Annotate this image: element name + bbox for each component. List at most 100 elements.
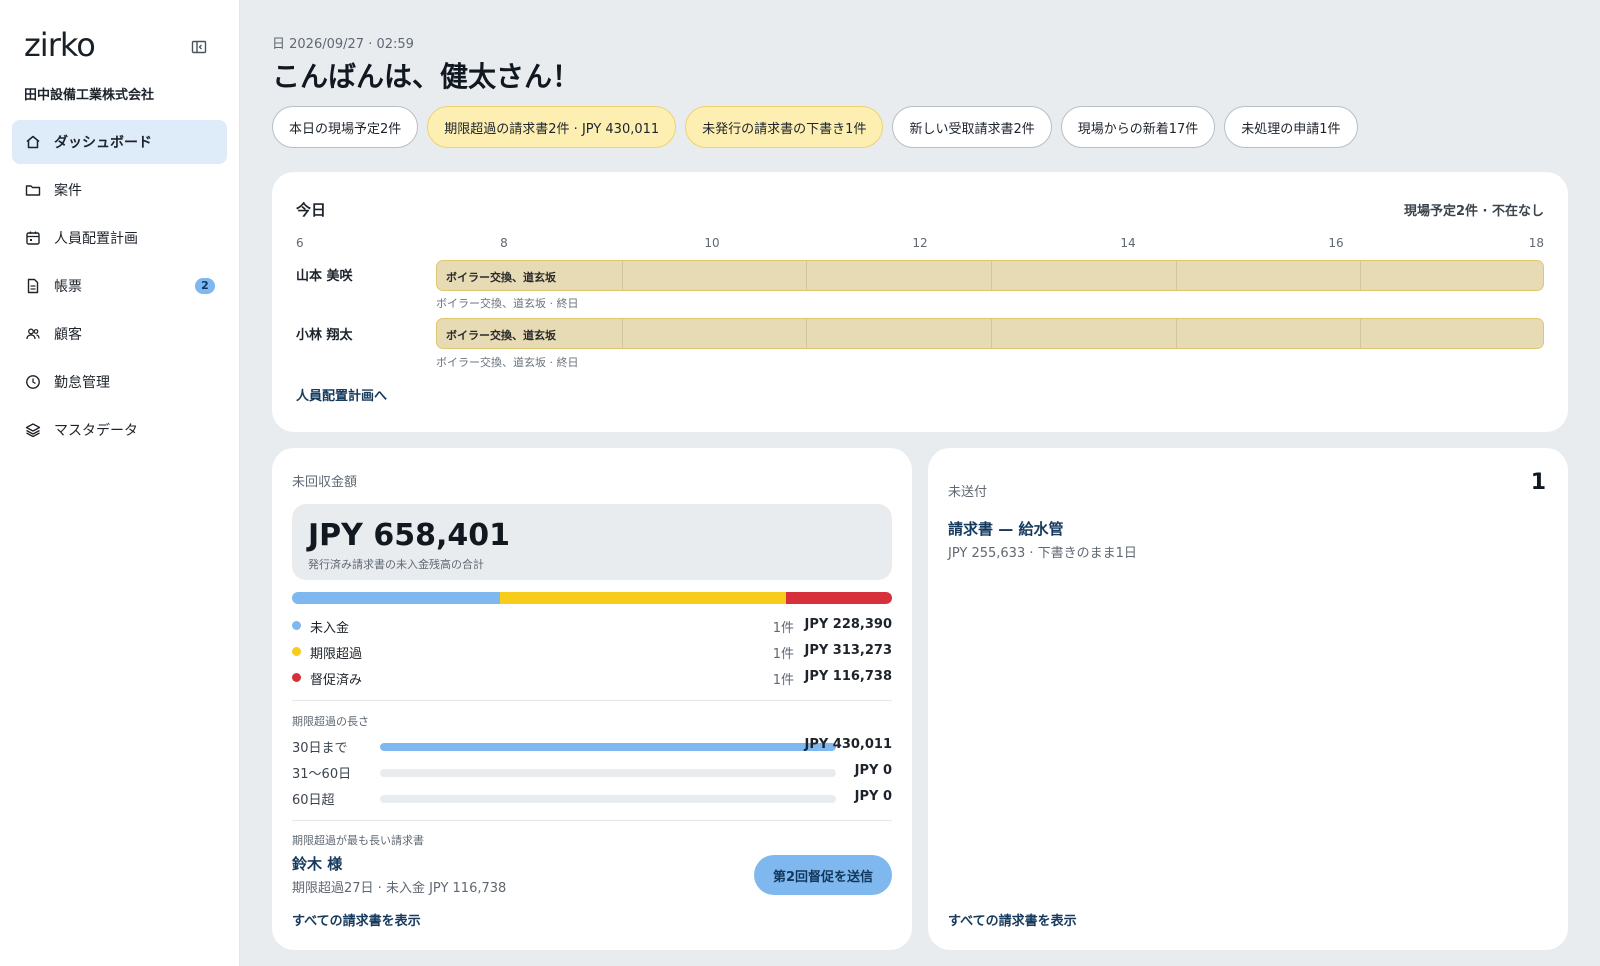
staffing-plan-link[interactable]: 人員配置計画へ (296, 385, 387, 404)
sidebar-item-label: 人員配置計画 (54, 231, 138, 247)
pill-draft-invoices[interactable]: 未発行の請求書の下書き1件 (685, 106, 884, 148)
sidebar-item-documents[interactable]: 帳票 2 (12, 264, 227, 308)
schedule-bar-divider (806, 261, 808, 290)
documents-count-badge: 2 (195, 278, 215, 294)
clock-icon (26, 375, 40, 389)
unsent-label: 未送付 (948, 485, 988, 500)
hour-tick: 8 (500, 236, 508, 250)
summary-pills: 本日の現場予定2件 期限超過の請求書2件 · JPY 430,011 未発行の請… (272, 106, 1367, 148)
unsent-invoice-title[interactable]: 請求書 — 給水管 (948, 518, 1063, 539)
breakdown-segment (500, 592, 786, 604)
schedule-bar-divider (991, 261, 992, 290)
aging-row: 31〜60日 JPY 0 (292, 762, 892, 782)
receivables-total: JPY 658,401 (308, 518, 510, 553)
legend-name: 未入金 (310, 621, 350, 636)
schedule-bar[interactable]: ボイラー交換、道玄坂 (436, 260, 1544, 291)
legend-row-unpaid: 未入金 1件 JPY 228,390 (292, 616, 892, 636)
aging-track (380, 795, 836, 803)
pill-received-invoices[interactable]: 新しい受取請求書2件 (892, 106, 1052, 148)
legend-dot (292, 673, 301, 682)
today-schedule-card: 今日 現場予定2件 · 不在なし 6 8 10 12 14 16 18 山本 美咲 ボイラー… (272, 172, 1568, 432)
schedule-bar-divider (621, 319, 623, 348)
today-summary: 現場予定2件 · 不在なし (1403, 204, 1544, 219)
sidebar-item-label: 案件 (54, 183, 82, 199)
breakdown-segment (292, 592, 501, 604)
divider (292, 700, 892, 701)
pill-today-schedule[interactable]: 本日の現場予定2件 (272, 106, 419, 148)
staff-name: 小林 翔太 (296, 328, 353, 343)
document-icon (27, 278, 39, 294)
aging-row: 30日まで JPY 430,011 (292, 736, 892, 756)
sidebar-item-attendance[interactable]: 勤怠管理 (12, 360, 227, 404)
sidebar-nav: ダッシュボード 案件 人員配置計画 帳票 2 顧客 勤怠管理 マスタデータ (12, 120, 227, 456)
schedule-bar-divider (1175, 261, 1177, 290)
send-reminder-button[interactable]: 第2回督促を送信 (754, 855, 892, 895)
hour-tick: 14 (1120, 236, 1136, 250)
schedule-bar-label: ボイラー交換、道玄坂 (446, 271, 556, 284)
legend-name: 督促済み (310, 673, 363, 688)
aging-amount: JPY 430,011 (804, 737, 892, 752)
sidebar-item-projects[interactable]: 案件 (12, 168, 227, 212)
sidebar-item-staffing[interactable]: 人員配置計画 (12, 216, 227, 260)
legend-dot (292, 647, 301, 656)
legend-count: 1件 (772, 621, 794, 636)
legend-amount: JPY 313,273 (804, 643, 892, 658)
schedule-bar-divider (1175, 319, 1177, 348)
view-all-invoices-link[interactable]: すべての請求書を表示 (948, 910, 1077, 929)
layers-icon (25, 423, 41, 438)
legend-amount: JPY 228,390 (804, 617, 892, 632)
legend-count: 1件 (772, 673, 794, 688)
schedule-bar[interactable]: ボイラー交換、道玄坂 (436, 318, 1544, 349)
longest-overdue-detail: 期限超過27日 · 未入金 JPY 116,738 (292, 881, 507, 896)
longest-overdue-customer[interactable]: 鈴木 様 (292, 853, 342, 874)
sidebar-collapse-icon[interactable] (190, 38, 208, 56)
schedule-bar-divider (1360, 319, 1362, 348)
schedule-bar-caption: ボイラー交換、道玄坂 · 終日 (436, 356, 579, 369)
home-icon (26, 135, 40, 149)
pill-field-updates[interactable]: 現場からの新着17件 (1060, 106, 1216, 148)
sidebar-item-master-data[interactable]: マスタデータ (12, 408, 227, 452)
receivables-card: 未回収金額 JPY 658,401 発行済み請求書の未入金残高の合計 未入金 1… (272, 448, 912, 950)
sidebar: zirko 田中設備工業株式会社 ダッシュボード 案件 人員配置計画 帳票 2 … (0, 0, 240, 966)
divider (292, 820, 892, 821)
aging-amount: JPY 0 (854, 763, 892, 778)
pill-overdue-invoices[interactable]: 期限超過の請求書2件 · JPY 430,011 (427, 106, 677, 148)
hour-tick: 10 (704, 236, 720, 250)
receivables-label: 未回収金額 (292, 475, 358, 490)
aging-name: 30日まで (292, 741, 348, 756)
page-title: こんばんは、健太さん！ (272, 60, 581, 93)
sidebar-item-label: ダッシュボード (54, 135, 152, 151)
aging-row: 60日超 JPY 0 (292, 788, 892, 808)
view-all-invoices-link[interactable]: すべての請求書を表示 (292, 910, 421, 929)
receivables-breakdown-bar (292, 592, 892, 604)
unsent-invoices-card: 未送付 1 請求書 — 給水管 JPY 255,633 · 下書きのまま1日 す… (928, 448, 1568, 950)
sidebar-item-label: 帳票 (54, 279, 82, 295)
schedule-bar-divider (621, 261, 623, 290)
breakdown-segment (785, 592, 892, 604)
sidebar-item-dashboard[interactable]: ダッシュボード (12, 120, 227, 164)
aging-track (380, 769, 836, 777)
app-logo[interactable]: zirko (24, 26, 96, 64)
unsent-invoice-detail: JPY 255,633 · 下書きのまま1日 (948, 546, 1137, 561)
legend-name: 期限超過 (310, 647, 363, 662)
legend-row-reminded: 督促済み 1件 JPY 116,738 (292, 668, 892, 688)
company-name: 田中設備工業株式会社 (24, 88, 155, 103)
users-icon (26, 328, 40, 340)
hour-tick: 12 (912, 236, 928, 250)
schedule-bar-caption: ボイラー交換、道玄坂 · 終日 (436, 297, 579, 310)
unsent-count: 1 (1530, 470, 1546, 495)
receivables-total-box: JPY 658,401 発行済み請求書の未入金残高の合計 (292, 504, 892, 580)
schedule-bar-divider (1360, 261, 1362, 290)
aging-name: 60日超 (292, 793, 335, 808)
sidebar-item-label: 勤怠管理 (54, 375, 110, 391)
aging-fill (380, 743, 836, 751)
aging-title: 期限超過の長さ (292, 715, 369, 728)
schedule-bar-divider (806, 319, 808, 348)
pill-pending-requests[interactable]: 未処理の申請1件 (1224, 106, 1358, 148)
sidebar-item-customers[interactable]: 顧客 (12, 312, 227, 356)
sidebar-item-label: マスタデータ (54, 423, 138, 439)
today-card-title: 今日 (296, 201, 327, 219)
current-datetime: 日 2026/09/27 · 02:59 (272, 37, 414, 52)
receivables-total-caption: 発行済み請求書の未入金残高の合計 (308, 558, 484, 571)
hour-tick: 16 (1328, 236, 1344, 250)
